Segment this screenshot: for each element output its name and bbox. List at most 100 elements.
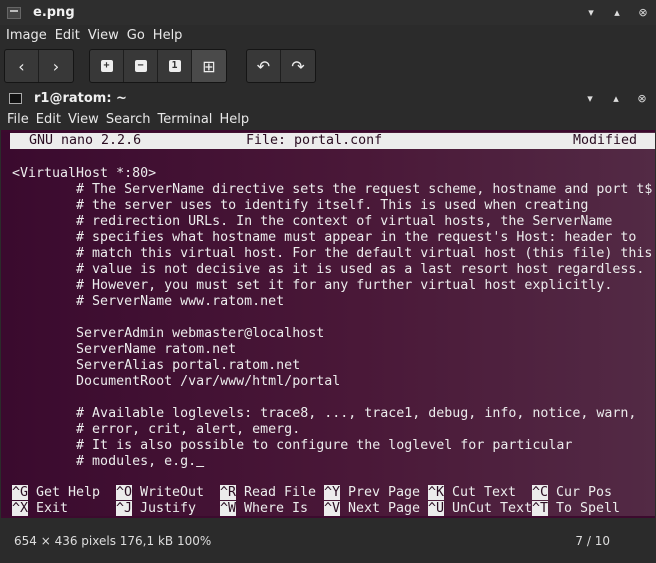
nano-line: DocumentRoot /var/www/html/portal — [12, 374, 341, 389]
shortcut-label: Prev Page — [348, 485, 421, 500]
nano-line: # the server uses to identify itself. Th… — [12, 198, 589, 213]
nano-line: # ServerName www.ratom.net — [12, 294, 285, 309]
zoom-normal-button[interactable]: 1 — [158, 50, 192, 82]
nano-line: # modules, e.g. — [12, 454, 655, 470]
shortcut-key: ^R — [220, 485, 237, 500]
shortcut-key: ^O — [116, 485, 133, 500]
menu-image[interactable]: Image — [6, 28, 47, 43]
shortcut-label: Where Is — [244, 501, 309, 516]
menu-view[interactable]: View — [88, 28, 119, 43]
shortcut-key: ^U — [428, 501, 445, 516]
shortcut-label: Read File — [244, 485, 317, 500]
shortcut-item: ^W Where Is — [220, 501, 308, 517]
viewer-statusbar: 654 × 436 pixels 176,1 kB 100% 7 / 10 — [0, 520, 656, 563]
terminal-menu-search: Search — [105, 111, 151, 127]
nano-header: GNU nano 2.2.6 File: portal.conf Modifie… — [10, 133, 655, 149]
chevron-left-icon: ‹ — [18, 56, 25, 76]
close-icon[interactable]: ⊗ — [630, 6, 656, 19]
nano-line — [12, 310, 655, 326]
nano-line: # error, crit, alert, emerg. — [12, 422, 301, 437]
shortcut-label: Cut Text — [452, 485, 517, 500]
zoom-normal-icon: 1 — [168, 60, 181, 72]
menu-help[interactable]: Help — [153, 28, 183, 43]
shortcut-key: ^W — [220, 501, 237, 516]
close-icon: ⊗ — [637, 91, 647, 105]
shortcut-key: ^C — [532, 485, 549, 500]
zoom-group: + − 1 ⊞ — [89, 49, 227, 83]
previous-image-button[interactable]: ‹ — [5, 50, 39, 82]
shortcut-key: ^G — [12, 485, 29, 500]
nano-text-area: <VirtualHost *:80> # The ServerName dire… — [12, 166, 655, 470]
shortcut-label: UnCut Text — [452, 501, 533, 516]
terminal-icon — [9, 92, 22, 104]
rotate-right-button[interactable]: ↷ — [281, 50, 315, 82]
nano-line: # specifies what hostname must appear in… — [12, 230, 637, 245]
chevron-right-icon: › — [52, 56, 60, 76]
shortcut-item: ^R Read File — [220, 485, 316, 501]
nano-line: ServerAdmin webmaster@localhost — [12, 326, 325, 341]
shortcut-label: Exit — [36, 501, 69, 516]
shortcut-item: ^X Exit — [12, 501, 68, 517]
shortcut-label: WriteOut — [140, 485, 205, 500]
chevron-up-icon[interactable]: ▴ — [604, 6, 630, 19]
shortcut-item: ^Y Prev Page — [324, 485, 420, 501]
navigation-group: ‹ › — [4, 49, 74, 83]
shortcut-key: ^K — [428, 485, 445, 500]
shortcut-item: ^T To Spell — [532, 501, 620, 517]
nano-version: GNU nano 2.2.6 — [29, 133, 142, 148]
image-viewer-icon — [7, 6, 21, 19]
zoom-out-button[interactable]: − — [124, 50, 158, 82]
displayed-image: r1@ratom: ~ ▾ ▴ ⊗ File Edit View Search … — [1, 88, 655, 518]
terminal-titlebar: r1@ratom: ~ ▾ ▴ ⊗ — [1, 88, 655, 108]
menu-go[interactable]: Go — [127, 28, 145, 43]
terminal-menu-terminal: Terminal — [157, 111, 213, 127]
terminal-menu-view: View — [67, 111, 99, 127]
rotate-right-icon: ↷ — [291, 56, 305, 76]
terminal-window-controls: ▾ ▴ ⊗ — [577, 88, 655, 108]
nano-line: ServerAlias portal.ratom.net — [12, 358, 301, 373]
shortcut-key: ^T — [532, 501, 549, 516]
shortcut-key: ^Y — [324, 485, 341, 500]
nano-line: # Available loglevels: trace8, ..., trac… — [12, 406, 637, 421]
shortcut-key: ^J — [116, 501, 133, 516]
shortcut-label: Justify — [140, 501, 197, 516]
next-image-button[interactable]: › — [39, 50, 73, 82]
rotate-left-button[interactable]: ↶ — [247, 50, 281, 82]
terminal-title: r1@ratom: ~ — [34, 90, 127, 106]
chevron-up-icon: ▴ — [613, 91, 619, 105]
shortcut-label: Next Page — [348, 501, 421, 516]
zoom-in-button[interactable]: + — [90, 50, 124, 82]
nano-line — [12, 390, 655, 406]
rotate-left-icon: ↶ — [256, 56, 271, 76]
shortcut-key: ^V — [324, 501, 341, 516]
shortcut-item: ^O WriteOut — [116, 485, 204, 501]
nano-line: # value is not decisive as it is used as… — [12, 262, 645, 277]
image-counter: 7 / 10 — [575, 534, 610, 548]
zoom-fit-icon: ⊞ — [202, 56, 216, 76]
viewer-menubar: Image Edit View Go Help — [0, 25, 656, 45]
shortcut-label: Cur Pos — [556, 485, 613, 500]
nano-editor: GNU nano 2.2.6 File: portal.conf Modifie… — [1, 132, 655, 516]
terminal-menu-file: File — [7, 111, 29, 127]
menu-edit[interactable]: Edit — [55, 28, 80, 43]
nano-line: ServerName ratom.net — [12, 342, 237, 357]
viewer-titlebar: e.png ▾ ▴ ⊗ — [0, 0, 656, 25]
chevron-down-icon[interactable]: ▾ — [578, 6, 604, 19]
chevron-down-icon: ▾ — [587, 91, 593, 105]
viewer-toolbar: ‹ › + − 1 ⊞ ↶ ↷ — [0, 47, 656, 87]
shortcut-key: ^X — [12, 501, 29, 516]
terminal-menu-help: Help — [219, 111, 250, 127]
shortcut-label: To Spell — [556, 501, 621, 516]
shortcut-row: ^G Get Help ^O WriteOut ^R Read File ^Y Prev Pa… — [12, 485, 655, 501]
rotate-group: ↶ ↷ — [246, 49, 316, 83]
terminal-menu-edit: Edit — [35, 111, 61, 127]
shortcut-row: ^X Exit ^J Justify ^W Where Is ^V Next Page ^U Un… — [12, 501, 655, 517]
zoom-fit-button[interactable]: ⊞ — [192, 50, 226, 82]
nano-modified-state: Modified — [573, 133, 638, 148]
nano-line: # match this virtual host. For the defau… — [12, 246, 653, 261]
shortcut-item: ^K Cut Text — [428, 485, 516, 501]
shortcut-item: ^U UnCut Text — [428, 501, 532, 517]
zoom-out-icon: − — [134, 60, 147, 72]
nano-line: # The ServerName directive sets the requ… — [12, 182, 653, 197]
image-info: 654 × 436 pixels 176,1 kB 100% — [14, 534, 212, 548]
